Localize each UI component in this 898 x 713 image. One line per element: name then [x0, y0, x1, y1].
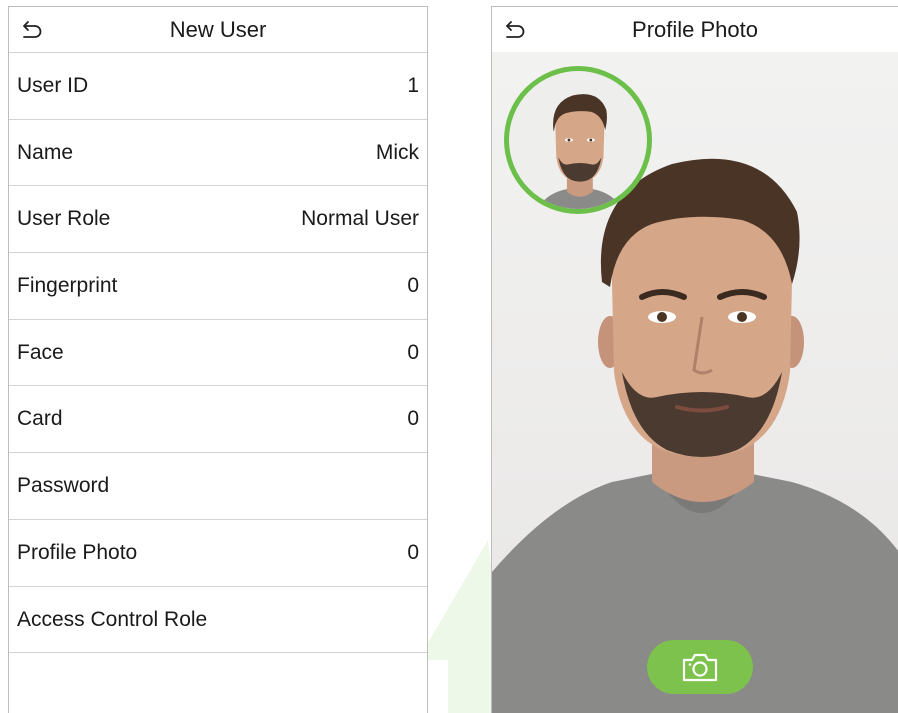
row-label: Access Control Role: [17, 607, 208, 631]
row-label: Password: [17, 474, 110, 498]
row-label: Name: [17, 140, 74, 164]
row-fingerprint[interactable]: Fingerprint 0: [9, 252, 427, 319]
row-face[interactable]: Face 0: [9, 318, 427, 386]
row-profile-photo[interactable]: Profile Photo 0: [9, 518, 427, 586]
row-value: 0: [407, 274, 419, 298]
title-bar: New User: [9, 7, 427, 52]
row-label: Profile Photo: [17, 540, 138, 564]
capture-button[interactable]: [647, 640, 753, 694]
row-name[interactable]: Name Mick: [9, 118, 427, 186]
row-value: Normal User: [301, 207, 419, 231]
row-card[interactable]: Card 0: [9, 385, 427, 452]
new-user-screen: New User User ID 1 Name Mick User Role N…: [8, 6, 428, 713]
profile-photo-screen: Profile Photo: [491, 6, 898, 713]
row-label: Card: [17, 407, 63, 431]
row-value: 0: [407, 340, 419, 364]
row-label: User ID: [17, 74, 89, 97]
row-label: User Role: [17, 207, 111, 231]
background-arrow: [418, 540, 498, 713]
photo-thumbnail: [504, 66, 652, 214]
row-label: Face: [17, 340, 64, 364]
row-value: Mick: [375, 140, 419, 164]
row-password[interactable]: Password: [9, 452, 427, 519]
row-user-id[interactable]: User ID 1: [9, 52, 427, 119]
user-fields-list: User ID 1 Name Mick User Role Normal Use…: [9, 52, 427, 654]
row-value: 1: [407, 74, 419, 97]
camera-preview: [492, 52, 898, 713]
camera-icon: [682, 653, 718, 682]
row-access-control-role[interactable]: Access Control Role: [9, 585, 427, 653]
row-value: 0: [407, 407, 419, 431]
row-label: Fingerprint: [17, 274, 118, 298]
row-value: 0: [407, 540, 419, 564]
page-title: Profile Photo: [632, 17, 758, 42]
row-user-role[interactable]: User Role Normal User: [9, 185, 427, 252]
title-bar: Profile Photo: [492, 7, 898, 52]
page-title: New User: [169, 17, 267, 42]
